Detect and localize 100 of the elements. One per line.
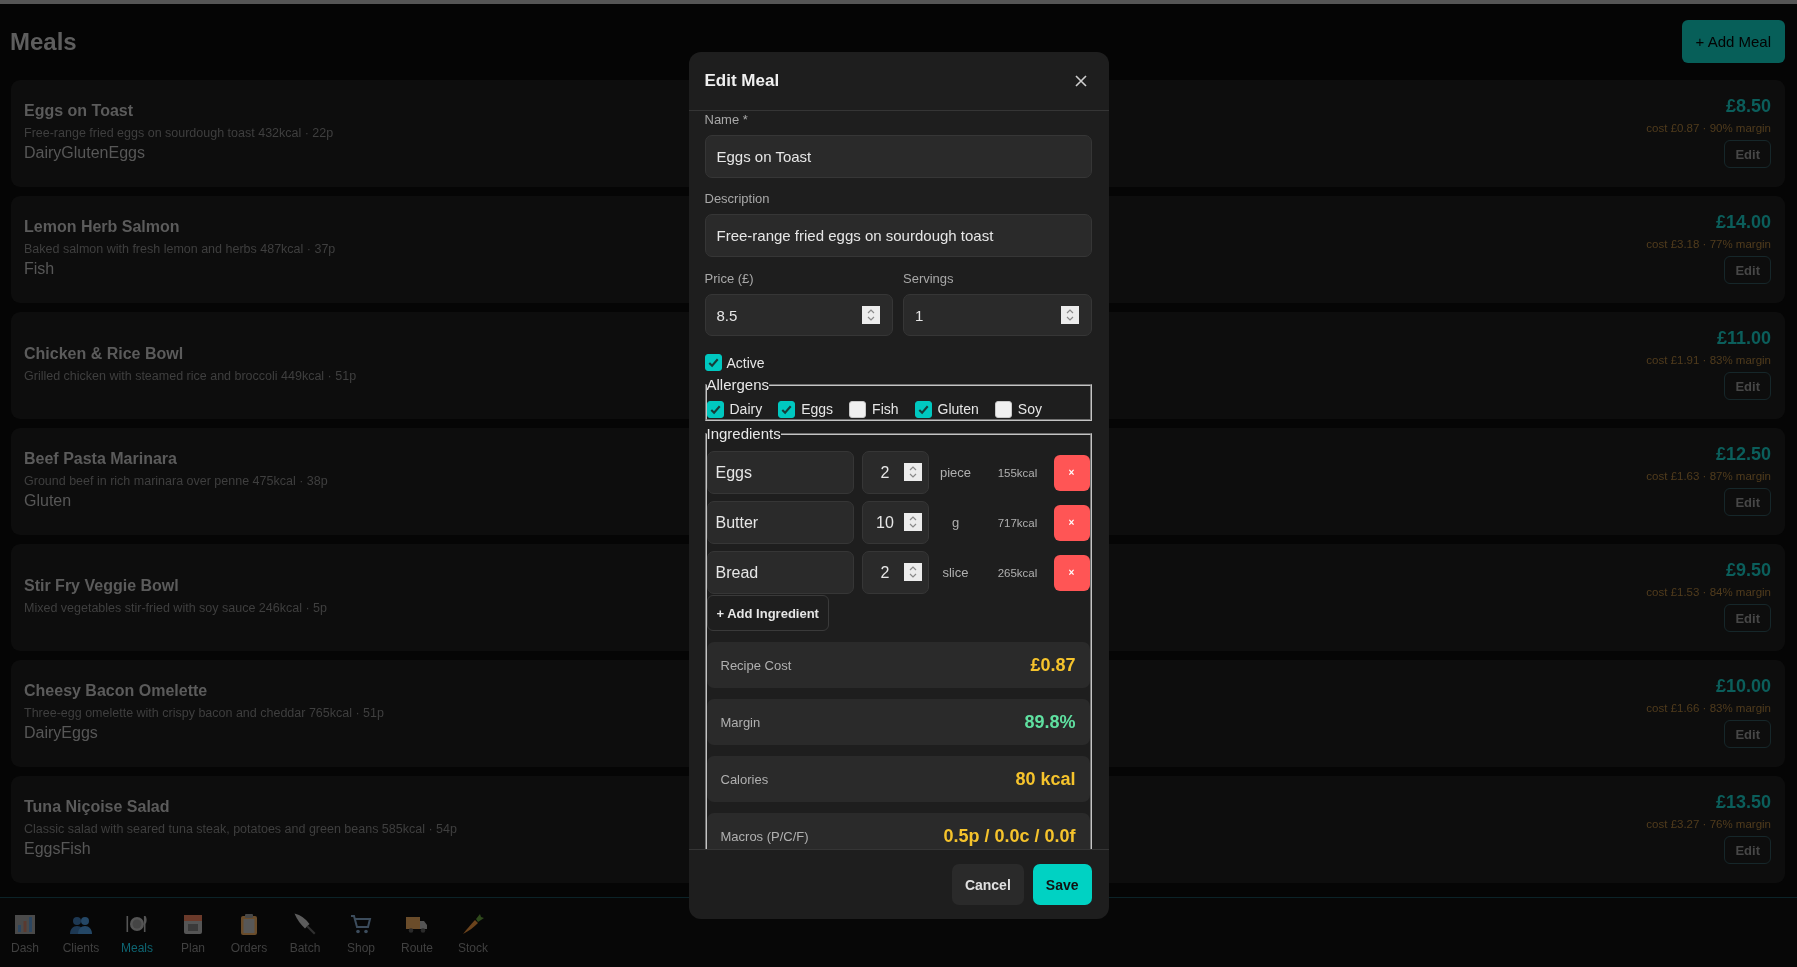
allergen-tag: Eggs (24, 837, 61, 860)
nav-tab[interactable]: Clients (56, 900, 106, 967)
nav-tab[interactable]: Stock (448, 900, 498, 967)
checkbox[interactable] (849, 400, 867, 418)
nav-tab[interactable]: Shop (336, 900, 386, 967)
description-input[interactable]: Free-range fried eggs on sourdough toast (704, 214, 1092, 257)
ingredient-name-input[interactable]: Butter (706, 501, 854, 544)
price-input[interactable]: 8.5 (704, 294, 893, 336)
edit-button[interactable]: Edit (1724, 488, 1771, 516)
meal-name: Eggs on Toast (24, 100, 135, 121)
allergen-tag: Dairy (24, 721, 62, 744)
meal-price: £11.00 (1716, 327, 1771, 349)
meal-name: Stir Fry Veggie Bowl (24, 575, 180, 596)
page-title: Meals (10, 26, 77, 57)
summary-label: Calories (720, 771, 769, 787)
summary-value: £0.87 (1030, 654, 1076, 676)
checkbox[interactable] (994, 400, 1012, 418)
summary-label: Margin (720, 714, 761, 730)
field-label: Servings (903, 271, 955, 287)
servings-input[interactable]: 1 (903, 294, 1092, 336)
nav-tab[interactable]: Orders (224, 900, 274, 967)
ingredient-name-input[interactable]: Bread (706, 551, 854, 594)
calendar-icon (181, 912, 205, 936)
checkbox[interactable] (704, 354, 722, 371)
add-meal-button[interactable]: + Add Meal (1681, 20, 1785, 63)
cost-margin-text: cost £1.91 · 83% margin (1646, 353, 1771, 368)
cost-margin-text: cost £3.27 · 76% margin (1646, 817, 1771, 832)
dialog-title: Edit Meal (704, 71, 780, 91)
nav-tab[interactable]: Dash (0, 900, 50, 967)
checkbox-label[interactable]: Active (726, 353, 765, 372)
close-icon[interactable] (1074, 75, 1087, 87)
checkbox[interactable] (914, 400, 932, 418)
calories-text: 265kcal (996, 566, 1039, 579)
meal-name: Chicken & Rice Bowl (24, 343, 185, 364)
checkbox-label[interactable]: Eggs (801, 400, 834, 418)
summary-label: Recipe Cost (720, 657, 792, 673)
carrot-icon (461, 912, 485, 936)
edit-button[interactable]: Edit (1724, 720, 1771, 748)
group-legend: Allergens (706, 376, 770, 394)
summary-label: Macros (P/C/F) (720, 828, 809, 844)
field-label: Description (704, 191, 771, 207)
unit-text: piece (938, 465, 973, 480)
allergen-tag: Fish (60, 837, 91, 860)
allergen-tag: Fish (24, 257, 55, 280)
nav-tab[interactable]: Meals (112, 900, 162, 967)
allergen-tag: Eggs (108, 141, 145, 164)
calories-text: 717kcal (996, 516, 1039, 529)
summary-value: 0.5p / 0.0c / 0.0f (943, 825, 1076, 847)
summary-value: 80 kcal (1015, 768, 1076, 790)
field-label: Price (£) (704, 271, 755, 287)
field-label: Name * (704, 112, 749, 128)
cost-margin-text: cost £1.53 · 84% margin (1646, 585, 1771, 600)
name-input[interactable]: Eggs on Toast (704, 135, 1092, 178)
meal-price: £13.50 (1715, 791, 1771, 813)
edit-button[interactable]: Edit (1724, 836, 1771, 864)
cost-margin-text: cost £3.18 · 77% margin (1646, 237, 1771, 252)
edit-button[interactable]: Edit (1724, 140, 1771, 168)
checkbox-label[interactable]: Dairy (729, 400, 763, 418)
meal-price: £9.50 (1725, 559, 1771, 581)
checkbox-label[interactable]: Fish (872, 400, 899, 418)
remove-button[interactable]: × (1053, 554, 1090, 591)
meal-price: £10.00 (1715, 675, 1771, 697)
meal-name: Lemon Herb Salmon (24, 216, 181, 237)
checkbox-label[interactable]: Gluten (937, 400, 979, 418)
edit-button[interactable]: Edit (1724, 256, 1771, 284)
cancel-button[interactable]: Cancel (951, 864, 1024, 905)
edit-button[interactable]: Edit (1724, 372, 1771, 400)
meal-name: Beef Pasta Marinara (24, 448, 178, 469)
meal-price: £8.50 (1725, 95, 1771, 117)
ingredient-name-input[interactable]: Eggs (706, 451, 854, 494)
checkbox[interactable] (706, 400, 724, 418)
add-ingredient-button[interactable]: + Add Ingredient (706, 595, 829, 631)
remove-button[interactable]: × (1053, 504, 1090, 541)
cart-icon (349, 912, 373, 936)
calories-text: 155kcal (996, 466, 1039, 479)
knife-icon (293, 912, 317, 936)
meal-name: Cheesy Bacon Omelette (24, 680, 209, 701)
nav-tab[interactable]: Batch (280, 900, 330, 967)
cost-margin-text: cost £0.87 · 90% margin (1646, 121, 1771, 136)
checkbox[interactable] (778, 400, 796, 418)
meal-price: £12.50 (1715, 443, 1771, 465)
save-button[interactable]: Save (1032, 864, 1092, 905)
edit-button[interactable]: Edit (1724, 604, 1771, 632)
allergen-tag: Gluten (24, 489, 72, 512)
checkbox-label[interactable]: Soy (1017, 400, 1042, 418)
allergen-tag: Dairy (24, 141, 62, 164)
nav-tab[interactable]: Plan (168, 900, 218, 967)
remove-button[interactable]: × (1053, 454, 1090, 491)
bar-chart-icon (13, 912, 37, 936)
nav-tab[interactable]: Route (392, 900, 442, 967)
cost-margin-text: cost £1.63 · 87% margin (1646, 469, 1771, 484)
cost-margin-text: cost £1.66 · 83% margin (1646, 701, 1771, 716)
meal-price: £14.00 (1715, 211, 1771, 233)
allergen-tag: Gluten (61, 141, 109, 164)
unit-text: slice (941, 565, 970, 580)
summary-value: 89.8% (1024, 711, 1076, 733)
meal-name: Tuna Niçoise Salad (24, 796, 171, 817)
unit-text: g (950, 515, 961, 530)
group-legend: Ingredients (706, 425, 781, 443)
allergen-tag: Eggs (61, 721, 98, 744)
